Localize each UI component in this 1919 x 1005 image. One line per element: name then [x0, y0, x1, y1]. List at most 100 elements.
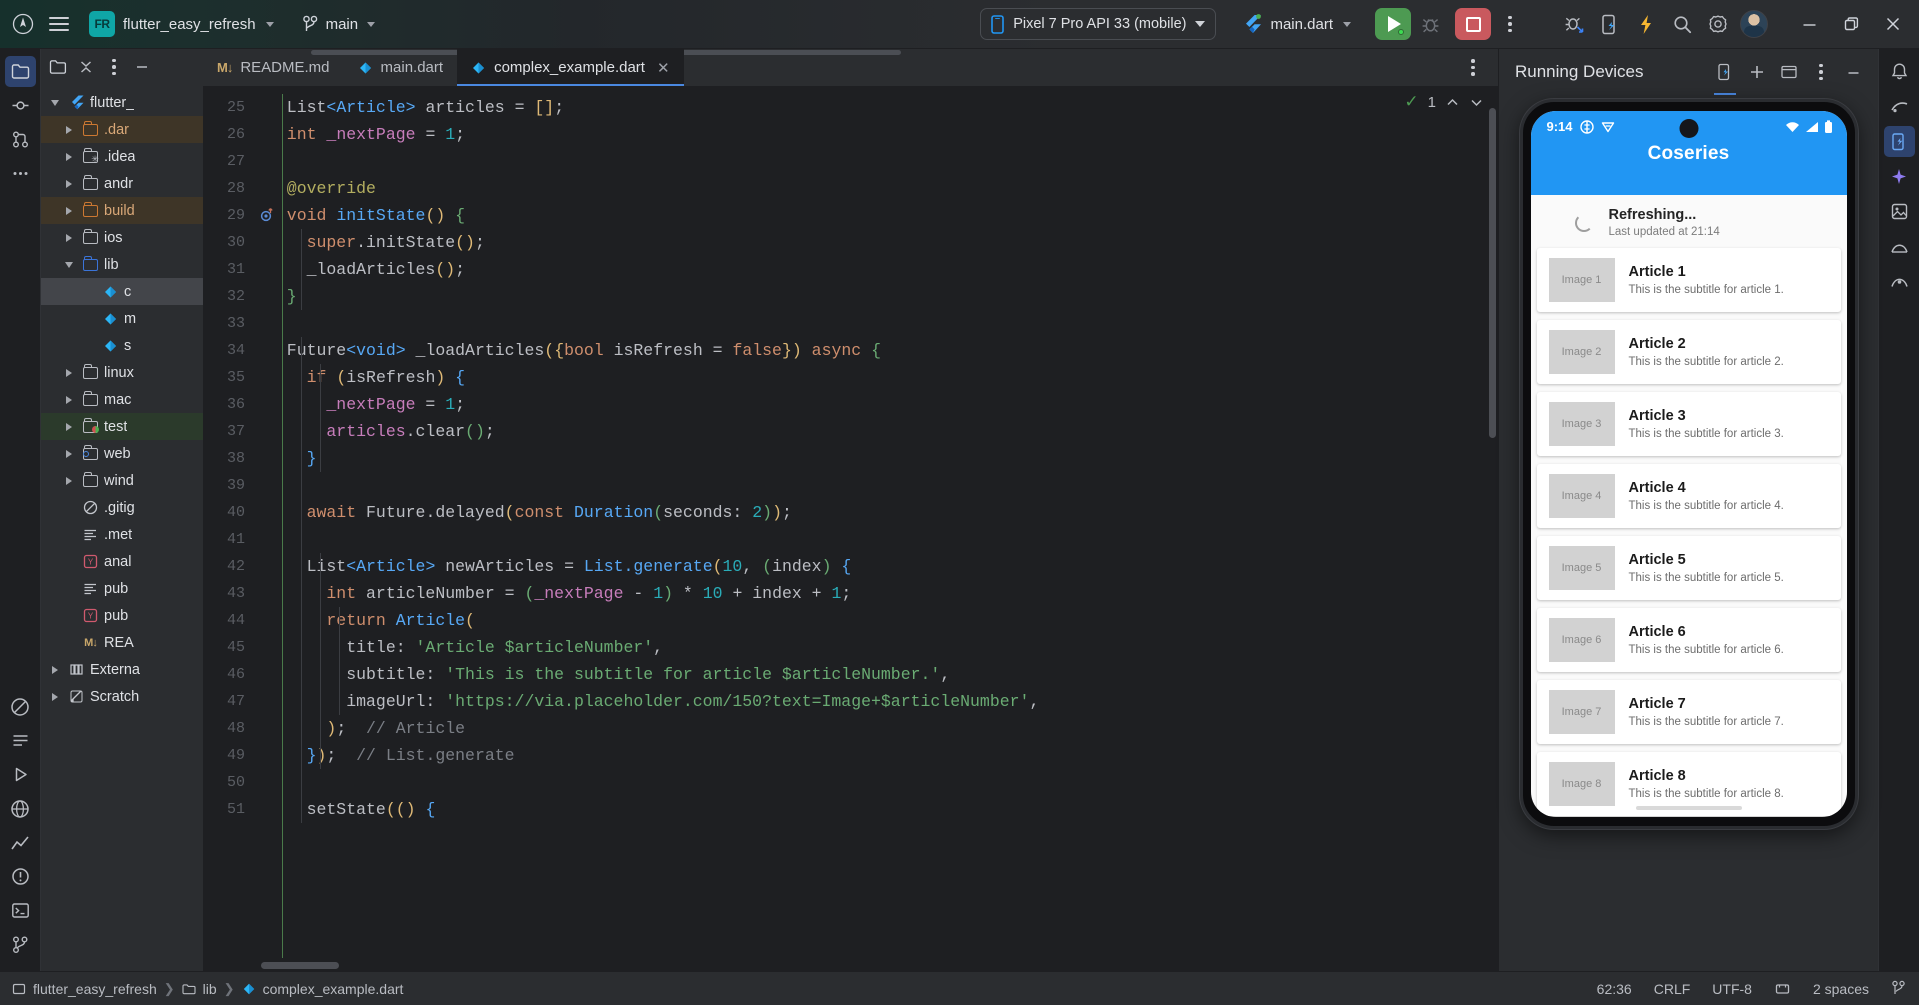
article-card[interactable]: Image 2 Article 2 This is the subtitle for…: [1536, 320, 1841, 384]
code-line[interactable]: }: [255, 445, 1498, 472]
emulator-screen[interactable]: 9:14 Coseries Refreshing... Last updated…: [1530, 111, 1847, 817]
tree-node-flutter[interactable]: flutter_: [41, 89, 203, 116]
run-tool-window-icon[interactable]: [5, 759, 36, 790]
line-number-gutter[interactable]: 25 26 27 28 29 30 31 32 33 34 35 36 37 38 39 40 41 42 43 44…: [203, 86, 273, 971]
file-encoding[interactable]: UTF-8: [1712, 981, 1752, 997]
emulator-icon[interactable]: [1884, 231, 1915, 262]
search-everywhere-button[interactable]: [1665, 7, 1699, 41]
code-line[interactable]: return Article(: [255, 607, 1498, 634]
chevron-right-icon[interactable]: [61, 125, 77, 134]
layout-icon[interactable]: [1774, 57, 1804, 87]
add-device-icon[interactable]: [1742, 57, 1772, 87]
code-line[interactable]: imageUrl: 'https://via.placeholder.com/1…: [255, 688, 1498, 715]
stop-button[interactable]: [1455, 8, 1491, 40]
tree-node-andr[interactable]: andr: [41, 170, 203, 197]
article-card[interactable]: Image 4 Article 4 This is the subtitle for…: [1536, 464, 1841, 528]
tree-node-scratch[interactable]: Scratch: [41, 683, 203, 710]
code-line[interactable]: List<Article> newArticles = List.generat…: [255, 553, 1498, 580]
tree-node-lib[interactable]: lib: [41, 251, 203, 278]
avatar[interactable]: [1737, 7, 1771, 41]
tree-node-rea[interactable]: M↓ REA: [41, 629, 203, 656]
code-line[interactable]: }: [255, 283, 1498, 310]
layout-inspector-icon[interactable]: [1884, 266, 1915, 297]
project-tree[interactable]: flutter_ .dar ✳ .idea andr build ios lib c m s linu…: [41, 85, 203, 971]
flutter-outline-tool-window-icon[interactable]: [5, 793, 36, 824]
code-line[interactable]: title: 'Article $articleNumber',: [255, 634, 1498, 661]
project-tool-window-icon[interactable]: [4, 56, 36, 87]
hide-panel-icon[interactable]: [129, 54, 155, 80]
tree-node-pub[interactable]: pub: [41, 575, 203, 602]
project-files-icon[interactable]: [45, 54, 71, 80]
more-vertical-icon[interactable]: [1806, 57, 1836, 87]
code-line[interactable]: [255, 310, 1498, 337]
indent-setting[interactable]: 2 spaces: [1813, 981, 1869, 997]
tree-node-s[interactable]: s: [41, 332, 203, 359]
tree-node-met[interactable]: .met: [41, 521, 203, 548]
chevron-down-icon[interactable]: [47, 99, 63, 106]
editor-tab-complex-example-dart[interactable]: complex_example.dart ✕: [457, 49, 684, 86]
tree-node-anal[interactable]: Yanal: [41, 548, 203, 575]
tree-node-externa[interactable]: Externa: [41, 656, 203, 683]
chevron-right-icon[interactable]: [61, 368, 77, 377]
chevron-right-icon[interactable]: [47, 665, 63, 674]
resource-manager-icon[interactable]: [1884, 196, 1915, 227]
emulator-device-frame[interactable]: 9:14 Coseries Refreshing... Last updated…: [1519, 99, 1858, 829]
code-line[interactable]: [255, 769, 1498, 796]
inspection-widget[interactable]: ✓ 1: [1404, 92, 1484, 112]
gradle-icon[interactable]: [1884, 91, 1915, 122]
plugins-tool-window-icon[interactable]: [5, 691, 36, 722]
article-card[interactable]: Image 1 Article 1 This is the subtitle for…: [1536, 248, 1841, 312]
next-problem-icon[interactable]: [1469, 95, 1484, 110]
code-line[interactable]: await Future.delayed(const Duration(seco…: [255, 499, 1498, 526]
chevron-right-icon[interactable]: [61, 476, 77, 485]
line-separator[interactable]: CRLF: [1654, 981, 1691, 997]
terminal-tool-window-icon[interactable]: [5, 895, 36, 926]
breadcrumb-project[interactable]: flutter_easy_refresh: [33, 981, 157, 997]
tree-node-build[interactable]: build: [41, 197, 203, 224]
flutter-performance-tool-window-icon[interactable]: [5, 827, 36, 858]
code-line[interactable]: int articleNumber = (_nextPage - 1) * 10…: [255, 580, 1498, 607]
chevron-right-icon[interactable]: [61, 449, 77, 458]
more-tool-windows-icon[interactable]: [5, 158, 36, 189]
article-card[interactable]: Image 5 Article 5 This is the subtitle for…: [1536, 536, 1841, 600]
code-line[interactable]: articles.clear();: [255, 418, 1498, 445]
code-line[interactable]: _nextPage = 1;: [255, 391, 1498, 418]
code-line[interactable]: _loadArticles();: [255, 256, 1498, 283]
close-icon[interactable]: ✕: [657, 59, 670, 77]
device-selector[interactable]: Pixel 7 Pro API 33 (mobile): [980, 8, 1217, 40]
editor-horizontal-scrollbar[interactable]: [261, 962, 339, 969]
debug-button[interactable]: [1413, 7, 1447, 41]
code-line[interactable]: subtitle: 'This is the subtitle for arti…: [255, 661, 1498, 688]
chevron-right-icon[interactable]: [61, 206, 77, 215]
chevron-right-icon[interactable]: [61, 179, 77, 188]
version-control-tool-window-icon[interactable]: [5, 929, 36, 960]
article-list[interactable]: Image 1 Article 1 This is the subtitle for…: [1531, 248, 1847, 816]
attach-debugger-button[interactable]: [1557, 7, 1591, 41]
hamburger-menu-icon[interactable]: [42, 7, 76, 41]
article-card[interactable]: Image 3 Article 3 This is the subtitle for…: [1536, 392, 1841, 456]
lock-icon[interactable]: [1774, 980, 1791, 997]
tree-node-web[interactable]: web: [41, 440, 203, 467]
run-configuration-selector[interactable]: main.dart: [1234, 11, 1359, 38]
tree-node-m[interactable]: m: [41, 305, 203, 332]
editor-options-icon[interactable]: [1460, 55, 1486, 81]
commit-tool-window-icon[interactable]: [5, 90, 36, 121]
problems-tool-window-icon[interactable]: [5, 861, 36, 892]
code-line[interactable]: @override: [255, 175, 1498, 202]
caret-position[interactable]: 62:36: [1597, 981, 1632, 997]
tree-node-pub[interactable]: Ypub: [41, 602, 203, 629]
hot-reload-button[interactable]: [1629, 7, 1663, 41]
settings-button[interactable]: [1701, 7, 1735, 41]
chevron-right-icon[interactable]: [61, 395, 77, 404]
collapse-all-icon[interactable]: [73, 54, 99, 80]
project-options-icon[interactable]: [101, 54, 127, 80]
pull-requests-tool-window-icon[interactable]: [5, 124, 36, 155]
tree-node-gitig[interactable]: .gitig: [41, 494, 203, 521]
code-line[interactable]: int _nextPage = 1;: [255, 121, 1498, 148]
previous-problem-icon[interactable]: [1445, 95, 1460, 110]
tree-node-ios[interactable]: ios: [41, 224, 203, 251]
article-card[interactable]: Image 6 Article 6 This is the subtitle for…: [1536, 608, 1841, 672]
code-line[interactable]: List<Article> articles = [];: [255, 94, 1498, 121]
run-button[interactable]: [1375, 8, 1411, 40]
editor-tab-main-dart[interactable]: main.dart: [344, 49, 458, 86]
